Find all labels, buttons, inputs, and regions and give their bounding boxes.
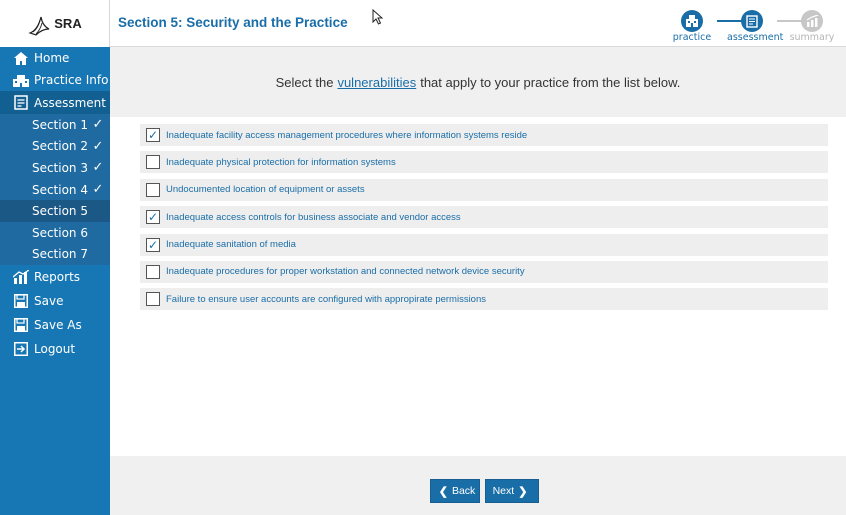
- back-button[interactable]: ❮ Back: [430, 479, 480, 503]
- hhs-eagle-icon: [28, 16, 50, 36]
- header: Section 5: Security and the Practice pra…: [110, 0, 846, 47]
- section-label: Section 4: [31, 182, 88, 197]
- footer-bar: ❮ Back Next ❯: [110, 456, 846, 515]
- instruction-text-before: Select the: [275, 74, 334, 90]
- sidebar-item-section-3[interactable]: Section 3 ✓: [0, 157, 110, 179]
- sidebar-item-section-2[interactable]: Section 2 ✓: [0, 135, 110, 158]
- main-content: Select the vulnerabilities that apply to…: [110, 47, 846, 515]
- step-summary[interactable]: summary: [787, 4, 837, 43]
- sidebar-item-label: Reports: [34, 270, 81, 285]
- checkbox[interactable]: [146, 264, 160, 279]
- checkbox[interactable]: [146, 292, 160, 307]
- building-icon: [681, 10, 703, 32]
- sidebar-item-assessment[interactable]: Assessment: [0, 91, 110, 114]
- checkbox[interactable]: ✓: [146, 237, 160, 252]
- checkbox[interactable]: [146, 155, 160, 170]
- sidebar-item-section-6[interactable]: Section 6: [0, 221, 110, 244]
- chevron-left-icon: ❮: [438, 485, 448, 498]
- mouse-cursor-icon: [372, 9, 383, 25]
- sidebar-item-label: Save As: [34, 318, 82, 333]
- building-icon: [13, 72, 29, 88]
- step-assessment[interactable]: assessment: [727, 4, 784, 43]
- home-icon: [13, 50, 29, 66]
- option-label: Inadequate access controls for business …: [166, 211, 461, 223]
- sidebar-item-label: Save: [34, 294, 64, 309]
- check-icon: ✓: [92, 138, 104, 154]
- sidebar-item-save[interactable]: Save: [0, 289, 110, 313]
- sidebar-item-section-4[interactable]: Section 4 ✓: [0, 178, 110, 201]
- sidebar-item-label: Assessment: [34, 95, 106, 110]
- instruction-bar: Select the vulnerabilities that apply to…: [110, 47, 846, 117]
- check-icon: ✓: [92, 117, 104, 133]
- sidebar-item-section-7[interactable]: Section 7: [0, 243, 110, 266]
- sidebar-item-home[interactable]: Home: [0, 47, 110, 69]
- step-label: summary: [789, 32, 835, 43]
- step-practice[interactable]: practice: [667, 4, 717, 43]
- page-title: Section 5: Security and the Practice: [118, 15, 348, 30]
- logo-text: SRA: [54, 16, 82, 31]
- check-icon: ✓: [92, 182, 104, 198]
- clipboard-icon: [13, 95, 29, 111]
- sidebar-item-save-as[interactable]: Save As: [0, 313, 110, 337]
- list-item[interactable]: Inadequate physical protection for infor…: [140, 151, 828, 174]
- sidebar-item-section-1[interactable]: Section 1 ✓: [0, 114, 110, 136]
- list-item[interactable]: Inadequate procedures for proper worksta…: [140, 260, 828, 283]
- step-label: assessment: [727, 32, 784, 43]
- check-icon: ✓: [92, 160, 104, 176]
- section-label: Section 3: [31, 160, 88, 175]
- step-label: practice: [672, 32, 712, 43]
- checkbox[interactable]: [146, 182, 160, 197]
- list-item[interactable]: ✓ Inadequate access controls for busines…: [140, 206, 828, 229]
- option-label: Failure to ensure user accounts are conf…: [166, 293, 486, 305]
- logo: SRA: [0, 0, 110, 47]
- back-button-label: Back: [451, 485, 476, 497]
- checkbox[interactable]: ✓: [146, 128, 160, 142]
- sidebar-item-logout[interactable]: Logout: [0, 337, 110, 361]
- vulnerability-list: ✓ Inadequate facility access management …: [140, 124, 828, 316]
- section-label: Section 6: [31, 225, 88, 240]
- checkbox[interactable]: ✓: [146, 210, 160, 225]
- option-label: Inadequate facility access management pr…: [166, 129, 528, 141]
- section-label: Section 7: [31, 247, 88, 262]
- next-button[interactable]: Next ❯: [485, 479, 539, 503]
- chart-icon: [801, 10, 823, 32]
- floppy-disk-icon: [13, 317, 29, 333]
- sidebar-item-practice-info[interactable]: Practice Info: [0, 69, 110, 91]
- sidebar-item-section-5[interactable]: Section 5: [0, 200, 110, 222]
- chevron-right-icon: ❯: [518, 485, 528, 498]
- next-button-label: Next: [492, 485, 515, 497]
- floppy-disk-icon: [13, 293, 29, 309]
- logout-icon: [13, 341, 29, 357]
- option-label: Undocumented location of equipment or as…: [166, 184, 365, 196]
- clipboard-icon: [741, 10, 763, 32]
- section-label: Section 2: [31, 139, 88, 154]
- instruction-text-after: that apply to your practice from the lis…: [420, 74, 681, 90]
- option-label: Inadequate sanitation of media: [166, 239, 296, 251]
- option-label: Inadequate procedures for proper worksta…: [166, 266, 525, 278]
- list-item[interactable]: Undocumented location of equipment or as…: [140, 178, 828, 201]
- sidebar-item-label: Logout: [34, 342, 76, 357]
- section-label: Section 5: [31, 204, 88, 219]
- list-item[interactable]: Failure to ensure user accounts are conf…: [140, 288, 828, 311]
- sidebar: Home Practice Info Assessment Section 1 …: [0, 47, 110, 515]
- sidebar-item-label: Home: [34, 51, 70, 65]
- vulnerabilities-link[interactable]: vulnerabilities: [337, 75, 416, 90]
- progress-steps: practice assessment summary: [673, 4, 846, 44]
- section-label: Section 1: [31, 117, 88, 132]
- sidebar-item-label: Practice Info: [34, 73, 109, 87]
- list-item[interactable]: ✓ Inadequate facility access management …: [140, 124, 828, 146]
- sidebar-item-reports[interactable]: Reports: [0, 265, 110, 289]
- chart-icon: [13, 269, 29, 285]
- list-item[interactable]: ✓ Inadequate sanitation of media: [140, 233, 828, 256]
- option-label: Inadequate physical protection for infor…: [166, 156, 396, 168]
